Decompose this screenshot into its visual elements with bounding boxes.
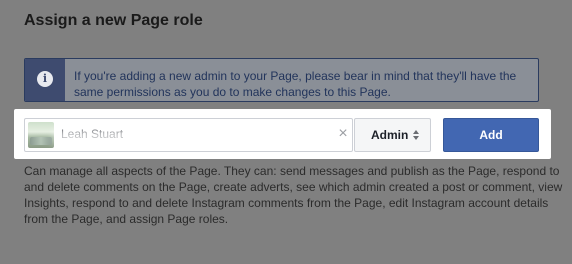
sort-arrows-icon [413, 130, 419, 140]
dialog-title: Assign a new Page role [24, 12, 203, 29]
role-description: Can manage all aspects of the Page. They… [24, 164, 563, 226]
info-icon: i [37, 71, 53, 87]
person-name-value: Leah Stuart [61, 127, 124, 141]
info-icon-container: i [25, 59, 65, 101]
role-select-value: Admin [371, 128, 409, 142]
person-name-input[interactable]: Leah Stuart × [24, 118, 353, 152]
dialog-overlay: Assign a new Page role i If you're addin… [0, 0, 572, 264]
add-button[interactable]: Add [443, 118, 539, 152]
info-banner-text: If you're adding a new admin to your Pag… [74, 69, 517, 99]
close-icon[interactable]: × [334, 125, 352, 143]
info-banner: i If you're adding a new admin to your P… [24, 58, 539, 102]
avatar [28, 122, 54, 148]
role-select[interactable]: Admin [354, 118, 431, 152]
